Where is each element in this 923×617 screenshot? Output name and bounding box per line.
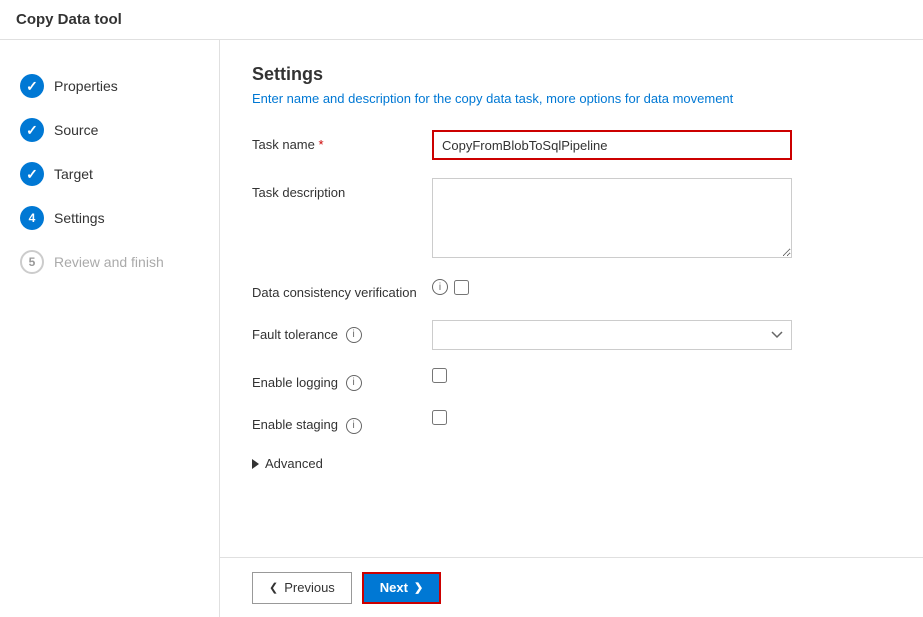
data-consistency-control: i [432,279,891,295]
task-name-input[interactable] [432,130,792,160]
fault-tolerance-label: Fault tolerance i [252,320,432,344]
enable-staging-row: Enable staging i [252,410,891,434]
task-description-input[interactable] [432,178,792,258]
enable-staging-label: Enable staging i [252,410,432,434]
advanced-chevron-icon [252,459,259,469]
sidebar-label-target: Target [54,166,93,182]
previous-button[interactable]: ❮ Previous [252,572,352,604]
data-consistency-info-icon[interactable]: i [432,279,448,295]
sidebar-item-source[interactable]: ✓ Source [0,108,219,152]
data-consistency-label: Data consistency verification [252,279,432,302]
sidebar-item-properties[interactable]: ✓ Properties [0,64,219,108]
data-consistency-checkbox-row: i [432,279,891,295]
enable-logging-row: Enable logging i [252,368,891,392]
header: Copy Data tool [0,0,923,40]
enable-logging-checkbox[interactable] [432,368,447,383]
content-footer: ❮ Previous Next ❯ [220,557,923,617]
enable-staging-checkbox[interactable] [432,410,447,425]
enable-logging-control [432,368,891,386]
enable-staging-info-icon[interactable]: i [346,418,362,434]
step-circle-source: ✓ [20,118,44,142]
data-consistency-checkbox[interactable] [454,280,469,295]
task-name-required: * [319,137,324,152]
task-description-row: Task description [252,178,891,261]
sidebar: ✓ Properties ✓ Source ✓ Target 4 Setting… [0,40,220,617]
main-layout: ✓ Properties ✓ Source ✓ Target 4 Setting… [0,40,923,617]
step-circle-settings: 4 [20,206,44,230]
sidebar-label-source: Source [54,122,98,138]
sidebar-item-settings[interactable]: 4 Settings [0,196,219,240]
previous-chevron-icon: ❮ [269,581,278,594]
advanced-label: Advanced [265,456,323,471]
content-subtitle: Enter name and description for the copy … [252,91,891,106]
task-name-label: Task name * [252,130,432,154]
step-circle-properties: ✓ [20,74,44,98]
task-description-control [432,178,891,261]
sidebar-label-settings: Settings [54,210,105,226]
enable-staging-control [432,410,891,428]
sidebar-label-review: Review and finish [54,254,164,270]
fault-tolerance-select-wrapper: None Skip incompatible rows [432,320,792,350]
step-circle-target: ✓ [20,162,44,186]
content-area: Settings Enter name and description for … [220,40,923,617]
fault-tolerance-select[interactable]: None Skip incompatible rows [432,320,792,350]
task-description-label: Task description [252,178,432,202]
sidebar-item-review: 5 Review and finish [0,240,219,284]
enable-logging-label: Enable logging i [252,368,432,392]
enable-logging-info-icon[interactable]: i [346,375,362,391]
content-body: Settings Enter name and description for … [220,40,923,557]
next-chevron-icon: ❯ [414,581,423,594]
fault-tolerance-row: Fault tolerance i None Skip incompatible… [252,320,891,350]
task-name-row: Task name * [252,130,891,160]
next-button[interactable]: Next ❯ [362,572,441,604]
fault-tolerance-control: None Skip incompatible rows [432,320,891,350]
advanced-row[interactable]: Advanced [252,452,891,475]
header-title: Copy Data tool [16,11,122,28]
content-title: Settings [252,64,891,85]
sidebar-label-properties: Properties [54,78,118,94]
fault-tolerance-info-icon[interactable]: i [346,327,362,343]
sidebar-item-target[interactable]: ✓ Target [0,152,219,196]
step-circle-review: 5 [20,250,44,274]
task-name-control [432,130,891,160]
data-consistency-row: Data consistency verification i [252,279,891,302]
